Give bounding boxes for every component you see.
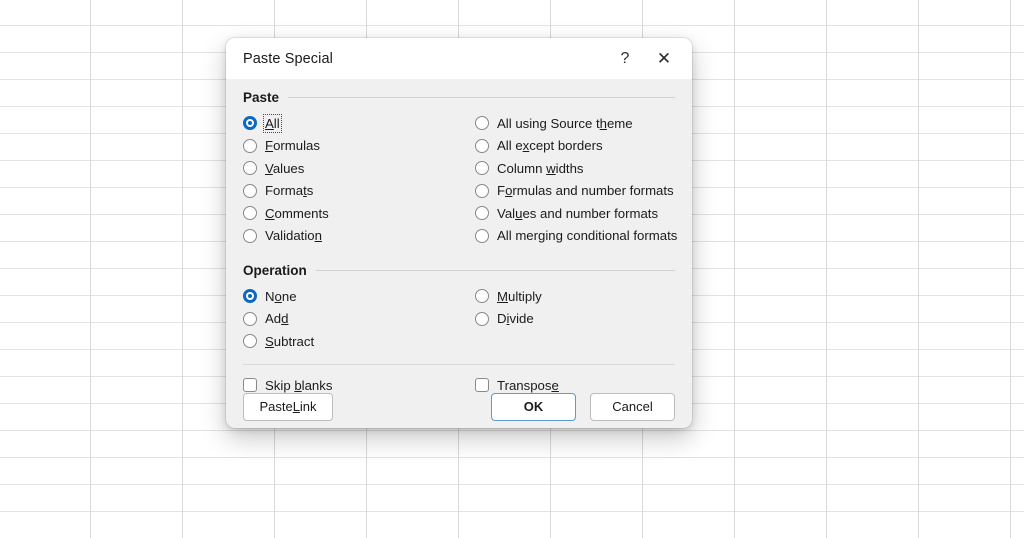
radio-option-paste-formats[interactable]: Formats <box>243 180 475 203</box>
radio-option-paste-all-merging-conditional-formats[interactable]: All merging conditional formats <box>475 225 677 248</box>
radio-unselected-icon[interactable] <box>475 229 489 243</box>
radio-option-label: Divide <box>497 311 534 326</box>
radio-option-paste-all-using-source-theme[interactable]: All using Source theme <box>475 112 677 135</box>
radio-unselected-icon[interactable] <box>243 161 257 175</box>
group-divider-line <box>316 270 675 271</box>
radio-option-label: None <box>265 289 297 304</box>
radio-unselected-icon[interactable] <box>475 184 489 198</box>
paste-group-header: Paste <box>243 86 675 108</box>
dialog-titlebar: Paste Special ? ✕ <box>226 38 692 79</box>
radio-option-label: Subtract <box>265 334 314 349</box>
radio-option-paste-all[interactable]: All <box>243 112 475 135</box>
radio-option-paste-formulas[interactable]: Formulas <box>243 135 475 158</box>
dialog-title: Paste Special <box>243 51 608 67</box>
radio-option-paste-formulas-and-number-formats[interactable]: Formulas and number formats <box>475 180 677 203</box>
checkbox-unchecked-icon[interactable] <box>475 378 489 392</box>
operation-group-label: Operation <box>243 263 307 278</box>
radio-option-label: Validation <box>265 228 322 243</box>
radio-unselected-icon[interactable] <box>475 139 489 153</box>
radio-unselected-icon[interactable] <box>475 116 489 130</box>
radio-unselected-icon[interactable] <box>475 206 489 220</box>
radio-option-operation-divide[interactable]: Divide <box>475 308 675 331</box>
radio-unselected-icon[interactable] <box>475 161 489 175</box>
radio-option-paste-validation[interactable]: Validation <box>243 225 475 248</box>
radio-option-paste-values-and-number-formats[interactable]: Values and number formats <box>475 202 677 225</box>
radio-option-label: Column widths <box>497 161 584 176</box>
radio-unselected-icon[interactable] <box>243 334 257 348</box>
ok-button[interactable]: OK <box>491 393 576 421</box>
radio-unselected-icon[interactable] <box>243 206 257 220</box>
checkbox-label: Skip blanks <box>265 378 332 393</box>
help-icon[interactable]: ? <box>608 38 642 79</box>
group-divider-line <box>288 97 675 98</box>
radio-option-operation-add[interactable]: Add <box>243 308 475 331</box>
paste-link-button[interactable]: Paste Link <box>243 393 333 421</box>
spacer <box>475 330 675 353</box>
radio-option-label: All using Source theme <box>497 116 633 131</box>
paste-group-label: Paste <box>243 90 279 105</box>
section-divider <box>243 364 675 365</box>
radio-option-label: Add <box>265 311 288 326</box>
radio-option-label: Formats <box>265 183 313 198</box>
checkbox-skip-blanks[interactable]: Skip blanks <box>243 378 475 393</box>
dialog-button-row: Paste Link OK Cancel <box>243 393 675 421</box>
checkbox-row: Skip blanks Transpose <box>243 378 675 393</box>
checkbox-unchecked-icon[interactable] <box>243 378 257 392</box>
radio-option-label: All <box>265 116 280 131</box>
radio-option-label: Formulas <box>265 138 320 153</box>
radio-option-paste-values[interactable]: Values <box>243 157 475 180</box>
paste-options: All Formulas Values Formats Comments Validati… <box>243 112 675 247</box>
checkbox-transpose[interactable]: Transpose <box>475 378 675 393</box>
radio-option-label: All merging conditional formats <box>497 228 677 243</box>
radio-option-operation-subtract[interactable]: Subtract <box>243 330 475 353</box>
radio-option-paste-all-except-borders[interactable]: All except borders <box>475 135 677 158</box>
operation-group-header: Operation <box>243 259 675 281</box>
checkbox-label: Transpose <box>497 378 559 393</box>
paste-special-dialog: Paste Special ? ✕ Paste All Formulas Value… <box>226 38 692 428</box>
radio-option-label: Comments <box>265 206 329 221</box>
cancel-button[interactable]: Cancel <box>590 393 675 421</box>
radio-option-paste-comments[interactable]: Comments <box>243 202 475 225</box>
radio-option-label: Multiply <box>497 289 542 304</box>
dialog-body: Paste All Formulas Values Formats Comments Va… <box>226 79 692 428</box>
radio-unselected-icon[interactable] <box>243 184 257 198</box>
radio-unselected-icon[interactable] <box>243 312 257 326</box>
radio-selected-icon[interactable] <box>243 116 257 130</box>
radio-option-operation-multiply[interactable]: Multiply <box>475 285 675 308</box>
radio-unselected-icon[interactable] <box>475 289 489 303</box>
radio-option-paste-column-widths[interactable]: Column widths <box>475 157 677 180</box>
radio-option-operation-none[interactable]: None <box>243 285 475 308</box>
radio-unselected-icon[interactable] <box>243 139 257 153</box>
radio-option-label: Values and number formats <box>497 206 658 221</box>
radio-unselected-icon[interactable] <box>243 229 257 243</box>
radio-selected-icon[interactable] <box>243 289 257 303</box>
radio-option-label: Formulas and number formats <box>497 183 674 198</box>
radio-unselected-icon[interactable] <box>475 312 489 326</box>
radio-option-label: All except borders <box>497 138 603 153</box>
operation-options: None Add Subtract Multiply Divide <box>243 285 675 353</box>
close-icon[interactable]: ✕ <box>642 38 686 79</box>
radio-option-label: Values <box>265 161 304 176</box>
